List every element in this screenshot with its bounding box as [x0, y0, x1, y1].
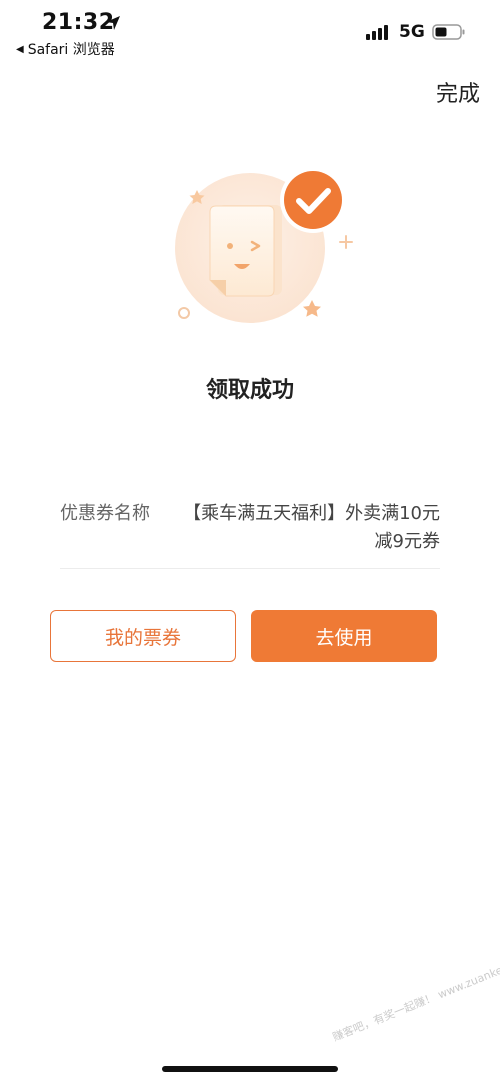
- status-bar: 21:32 ◀ Safari 浏览器 5G: [0, 0, 500, 60]
- use-coupon-button[interactable]: 去使用: [251, 610, 437, 662]
- battery-icon: [432, 24, 465, 40]
- network-type: 5G: [399, 22, 425, 42]
- back-to-app-link[interactable]: ◀ Safari 浏览器: [16, 39, 115, 59]
- cell-signal-icon: [366, 25, 388, 40]
- coupon-name-label: 优惠券名称: [60, 503, 150, 524]
- success-illustration: [175, 167, 353, 323]
- success-check-icon: [280, 167, 346, 233]
- my-tickets-button[interactable]: 我的票券: [50, 610, 236, 662]
- back-app-label: Safari 浏览器: [27, 42, 115, 58]
- home-indicator[interactable]: [162, 1066, 338, 1072]
- success-title: 领取成功: [205, 378, 294, 403]
- back-triangle-icon: ◀: [16, 43, 24, 55]
- done-button[interactable]: 完成: [436, 76, 480, 108]
- coupon-name-value: 【乘车满五天福利】外卖满10元减9元券: [183, 503, 440, 552]
- location-arrow-icon: [106, 16, 120, 30]
- coupon-info-row: 优惠券名称 【乘车满五天福利】外卖满10元减9元券: [60, 500, 440, 569]
- watermark: 赚客吧，有奖一起赚！ www.zuanke8.com: [330, 950, 500, 1044]
